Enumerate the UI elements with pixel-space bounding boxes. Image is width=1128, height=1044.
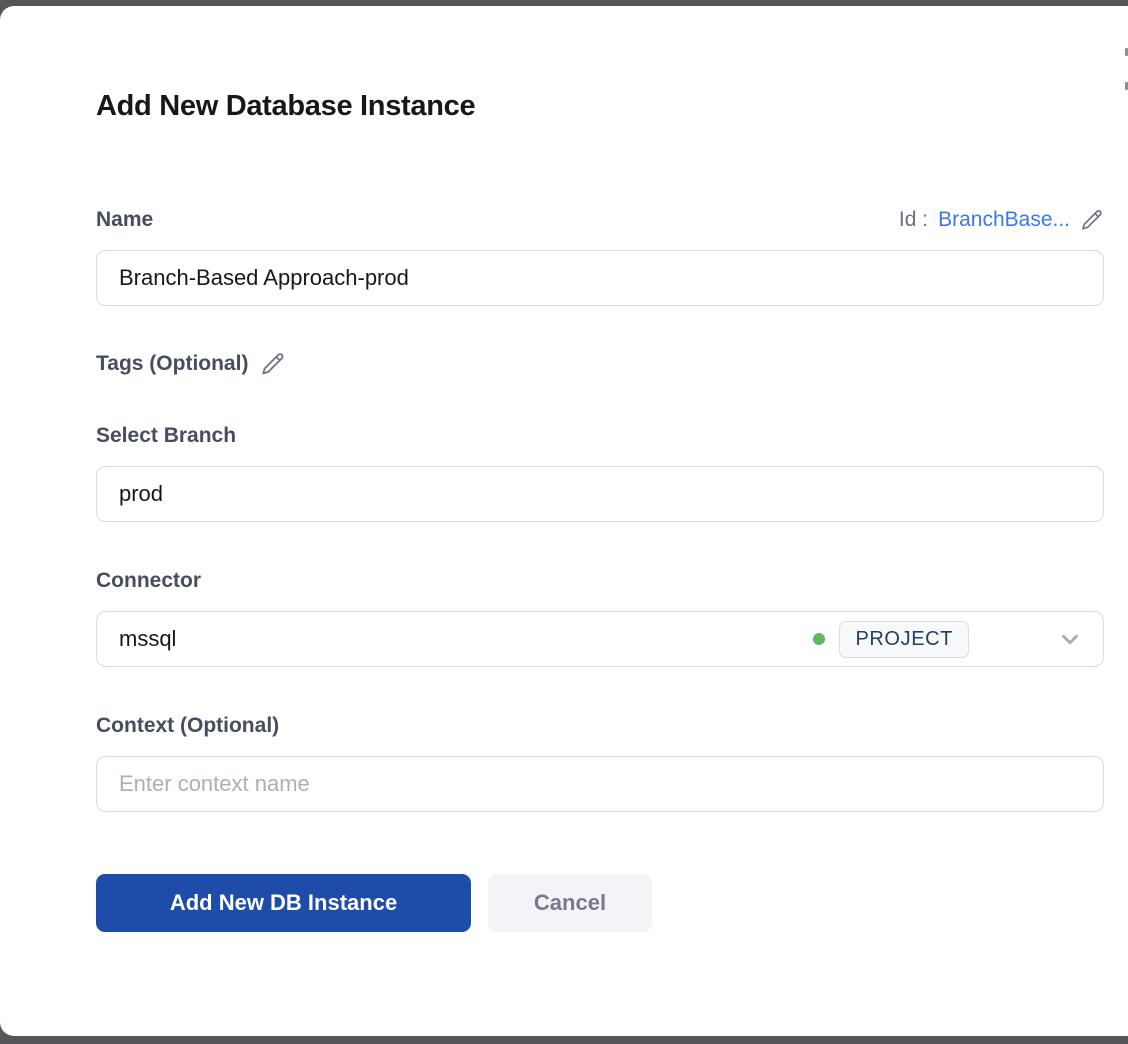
status-dot-icon (813, 633, 825, 645)
page-title: Add New Database Instance (96, 90, 1104, 122)
branch-label-row: Select Branch (96, 423, 1104, 449)
context-label-row: Context (Optional) (96, 713, 1104, 739)
context-field (96, 756, 1104, 812)
tags-label: Tags (Optional) (96, 351, 248, 377)
connector-adornments: PROJECT (813, 621, 1085, 658)
instance-id-link[interactable]: BranchBase... (938, 208, 1070, 232)
context-label: Context (Optional) (96, 713, 279, 739)
name-label-row: Name Id : BranchBase... (96, 207, 1104, 233)
add-db-instance-button[interactable]: Add New DB Instance (96, 874, 471, 932)
project-badge: PROJECT (839, 621, 969, 658)
add-db-instance-modal: Add New Database Instance Name Id : Bran… (0, 6, 1128, 1036)
tags-row: Tags (Optional) (96, 351, 1104, 377)
connector-label-row: Connector (96, 568, 1104, 594)
name-label: Name (96, 207, 153, 233)
edit-id-pencil-icon[interactable] (1080, 208, 1104, 232)
branch-label: Select Branch (96, 423, 236, 449)
cancel-button[interactable]: Cancel (488, 874, 652, 932)
connector-input[interactable] (97, 612, 813, 666)
id-prefix-label: Id : (899, 208, 928, 232)
connector-label: Connector (96, 568, 201, 594)
action-buttons-row: Add New DB Instance Cancel (96, 874, 1104, 932)
cropped-edge-artifact (1123, 48, 1128, 90)
edit-tags-pencil-icon[interactable] (260, 351, 286, 377)
branch-input[interactable] (97, 467, 1085, 521)
chevron-down-icon[interactable] (1057, 626, 1083, 652)
name-field (96, 250, 1104, 306)
context-input[interactable] (97, 757, 1085, 811)
branch-field (96, 466, 1104, 522)
name-input[interactable] (97, 251, 1085, 305)
connector-field[interactable]: PROJECT (96, 611, 1104, 667)
instance-id-group: Id : BranchBase... (899, 208, 1104, 232)
